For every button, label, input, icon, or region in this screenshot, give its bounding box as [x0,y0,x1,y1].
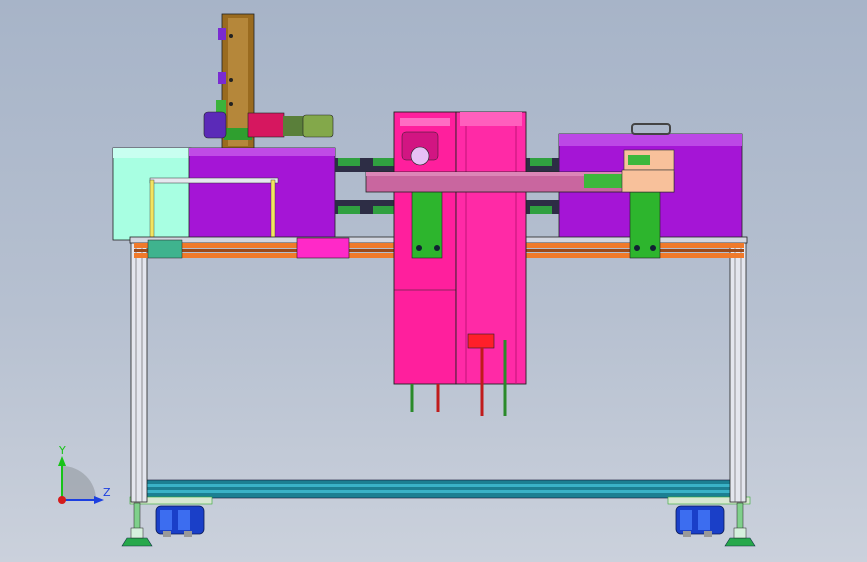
base-frame [129,479,751,505]
triad-y-label: Y [58,444,66,457]
servo-motor [203,111,334,139]
spindle-head-right [455,111,527,385]
leveling-feet [121,502,756,547]
machine-assembly-drawing[interactable]: Y Z [0,0,867,562]
triad-z-label: Z [103,486,111,499]
caster-wheels [155,505,725,537]
axis-triad [58,456,104,504]
gantry-beam [365,169,675,193]
cad-viewport[interactable]: Y Z [0,0,867,562]
left-enclosure [112,147,336,241]
